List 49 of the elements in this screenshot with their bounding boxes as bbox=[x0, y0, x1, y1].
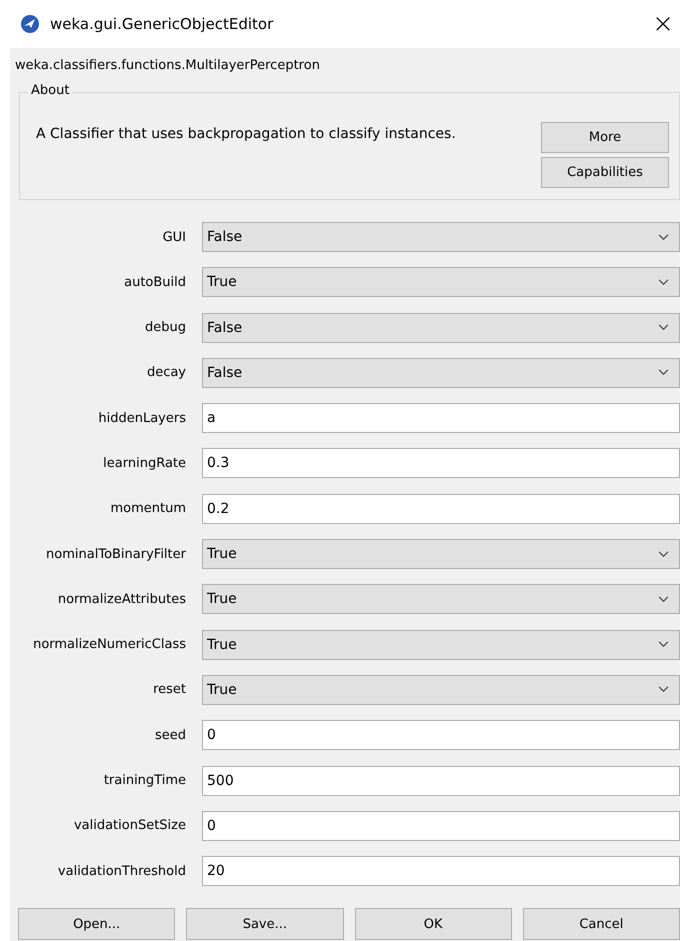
property-label: nominalToBinaryFilter bbox=[45, 546, 187, 562]
property-label: trainingTime bbox=[102, 773, 187, 788]
property-label: GUI bbox=[162, 230, 187, 244]
chevron-down-icon bbox=[658, 369, 669, 376]
property-label: momentum bbox=[109, 501, 187, 516]
class-name: weka.classifiers.functions.MultilayerPerceptron bbox=[14, 57, 321, 75]
dropdown[interactable]: True bbox=[202, 584, 680, 614]
property-label: seed bbox=[154, 728, 187, 743]
dropdown[interactable]: False bbox=[202, 358, 680, 388]
dialog-button[interactable]: Cancel bbox=[522, 908, 680, 940]
input-field[interactable]: 0.2 bbox=[202, 494, 680, 524]
property-label: validationSetSize bbox=[72, 818, 187, 834]
dropdown[interactable]: True bbox=[202, 630, 680, 660]
about-button[interactable]: More bbox=[541, 122, 669, 153]
property-label: normalizeNumericClass bbox=[32, 637, 187, 652]
about-button[interactable]: Capabilities bbox=[541, 157, 669, 188]
dropdown[interactable]: False bbox=[202, 222, 680, 252]
dialog-button[interactable]: OK bbox=[354, 908, 512, 940]
dropdown[interactable]: True bbox=[202, 674, 680, 705]
input-field[interactable]: 20 bbox=[202, 856, 680, 886]
dropdown[interactable]: True bbox=[202, 539, 680, 570]
input-field[interactable]: 0 bbox=[202, 720, 680, 750]
dialog-button[interactable]: Save... bbox=[186, 908, 344, 940]
input-field[interactable]: 500 bbox=[202, 766, 680, 796]
chevron-down-icon bbox=[658, 550, 669, 558]
close-button[interactable]: × bbox=[648, 9, 678, 39]
dropdown[interactable]: False bbox=[202, 312, 680, 343]
property-label: normalizeAttributes bbox=[56, 592, 187, 607]
chevron-down-icon bbox=[658, 596, 669, 603]
property-label: decay bbox=[146, 365, 187, 380]
chevron-down-icon bbox=[658, 278, 669, 286]
chevron-down-icon bbox=[658, 234, 669, 240]
property-label: validationThreshold bbox=[56, 864, 187, 879]
property-label: debug bbox=[144, 320, 187, 336]
chevron-down-icon bbox=[658, 324, 669, 332]
dialog-button[interactable]: Open... bbox=[18, 908, 176, 940]
property-label: autoBuild bbox=[123, 274, 187, 290]
property-label: learningRate bbox=[102, 456, 187, 471]
about-text: A Classifier that uses backpropagation to classify instances. bbox=[36, 125, 456, 144]
input-field[interactable]: a bbox=[202, 403, 680, 434]
chevron-down-icon bbox=[658, 641, 669, 648]
dropdown[interactable]: True bbox=[202, 267, 680, 298]
input-field[interactable]: 0.3 bbox=[202, 448, 680, 478]
chevron-down-icon bbox=[658, 686, 669, 694]
input-field[interactable]: 0 bbox=[202, 810, 680, 841]
app-logo-icon bbox=[20, 14, 40, 34]
property-label: hiddenLayers bbox=[97, 410, 187, 426]
window-title: weka.gui.GenericObjectEditor bbox=[50, 15, 274, 33]
property-label: reset bbox=[152, 682, 187, 698]
